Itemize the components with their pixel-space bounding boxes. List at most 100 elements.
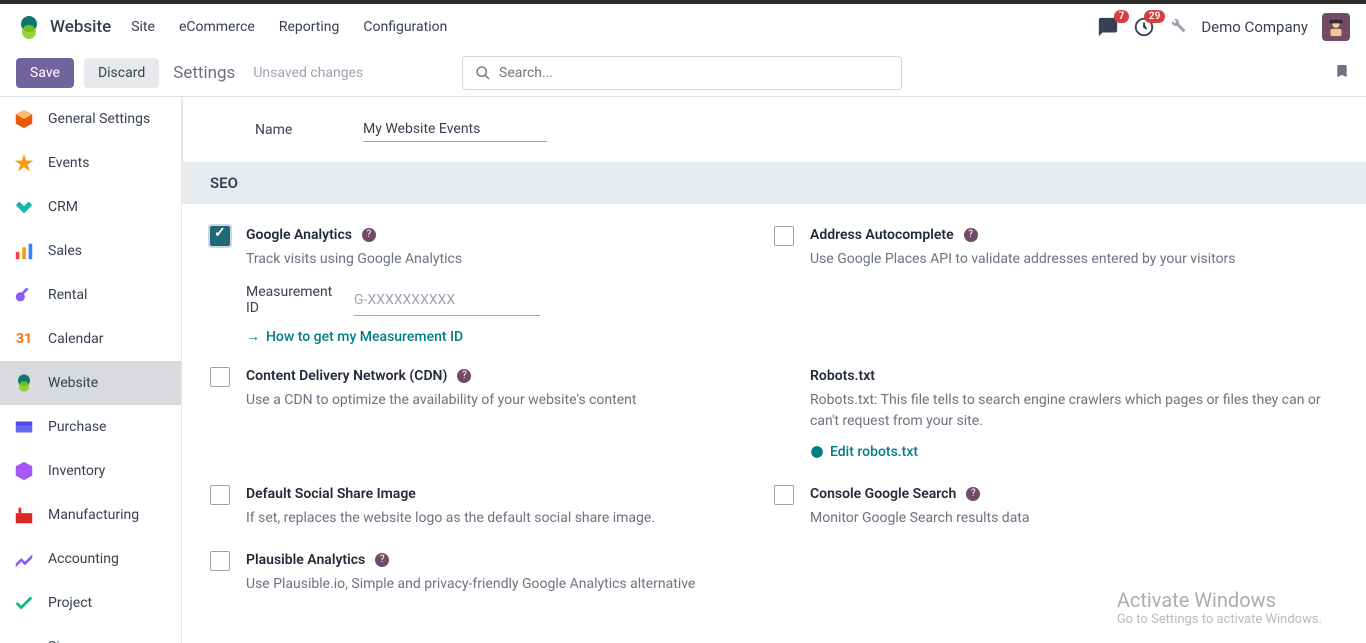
help-icon[interactable]: ? <box>966 487 980 501</box>
calendar-icon: 31 <box>12 327 36 351</box>
help-icon[interactable]: ? <box>362 228 376 242</box>
nav-site[interactable]: Site <box>131 19 155 35</box>
sidebar-item-manufacturing[interactable]: Manufacturing <box>0 493 181 537</box>
section-header-seo: SEO <box>182 162 1366 204</box>
sidebar-item-label: Manufacturing <box>48 507 139 523</box>
checkbox-plausible[interactable] <box>210 551 230 571</box>
setting-address-autocomplete: Address Autocomplete ? Use Google Places… <box>774 204 1338 345</box>
star-icon <box>12 151 36 175</box>
messages-button[interactable]: 7 <box>1097 16 1119 38</box>
setting-desc: Use Google Places API to validate addres… <box>810 249 1330 270</box>
sidebar-item-events[interactable]: Events <box>0 141 181 185</box>
search-icon <box>475 65 491 81</box>
setting-desc: Monitor Google Search results data <box>810 508 1330 529</box>
sidebar-item-label: Events <box>48 155 89 171</box>
discard-button[interactable]: Discard <box>84 58 159 88</box>
sidebar-item-crm[interactable]: CRM <box>0 185 181 229</box>
checkbox-address-autocomplete[interactable] <box>774 226 794 246</box>
setting-google-analytics: Google Analytics ? Track visits using Go… <box>210 204 774 345</box>
android-icon <box>810 445 824 459</box>
sidebar-item-label: CRM <box>48 199 78 215</box>
sidebar-item-label: Inventory <box>48 463 105 479</box>
setting-desc: Use Plausible.io, Simple and privacy-fri… <box>246 574 766 595</box>
setting-title: Robots.txt <box>810 368 875 384</box>
setting-desc: Robots.txt: This file tells to search en… <box>810 390 1330 432</box>
sidebar-item-general[interactable]: General Settings <box>0 97 181 141</box>
setting-cdn: Content Delivery Network (CDN) ? Use a C… <box>210 345 774 463</box>
tools-button[interactable] <box>1169 16 1187 38</box>
checkbox-gsc[interactable] <box>774 485 794 505</box>
help-icon[interactable]: ? <box>375 553 389 567</box>
sidebar-item-purchase[interactable]: Purchase <box>0 405 181 449</box>
sidebar-item-label: Accounting <box>48 551 119 567</box>
sidebar-item-label: Rental <box>48 287 87 303</box>
setting-plausible: Plausible Analytics ? Use Plausible.io, … <box>210 529 774 595</box>
activities-button[interactable]: 29 <box>1133 16 1155 38</box>
measurement-id-label: Measurement ID <box>246 284 344 316</box>
search-box[interactable] <box>462 56 902 90</box>
sidebar-item-sales[interactable]: Sales <box>0 229 181 273</box>
help-icon[interactable]: ? <box>457 369 471 383</box>
search-input[interactable] <box>499 65 889 81</box>
app-name[interactable]: Website <box>50 17 111 37</box>
setting-title: Console Google Search <box>810 486 956 502</box>
checkbox-google-analytics[interactable] <box>210 226 230 246</box>
sidebar-item-label: Project <box>48 595 92 611</box>
bookmark-icon <box>1334 62 1350 80</box>
sidebar-item-accounting[interactable]: Accounting <box>0 537 181 581</box>
help-icon[interactable]: ? <box>964 228 978 242</box>
bookmark-button[interactable] <box>1334 62 1350 84</box>
setting-desc: Track visits using Google Analytics <box>246 249 766 270</box>
nav-configuration[interactable]: Configuration <box>363 19 447 35</box>
nav-ecommerce[interactable]: eCommerce <box>179 19 255 35</box>
globe-icon <box>12 371 36 395</box>
setting-robots: Robots.txt Robots.txt: This file tells t… <box>774 345 1338 463</box>
settings-content[interactable]: Name SEO Google Analytics ? Track visits… <box>182 97 1366 643</box>
sidebar-item-label: Purchase <box>48 419 106 435</box>
name-label: Name <box>255 122 363 138</box>
key-icon <box>12 283 36 307</box>
sidebar-item-label: Calendar <box>48 331 104 347</box>
settings-sidebar[interactable]: General Settings Events CRM Sales Rental… <box>0 97 182 643</box>
messages-badge: 7 <box>1114 10 1130 23</box>
control-bar: Save Discard Settings Unsaved changes <box>0 50 1366 96</box>
checkbox-cdn[interactable] <box>210 367 230 387</box>
save-button[interactable]: Save <box>16 58 74 88</box>
accounting-icon <box>12 547 36 571</box>
setting-social-share: Default Social Share Image If set, repla… <box>210 463 774 529</box>
measurement-id-input[interactable] <box>354 284 540 316</box>
sidebar-item-label: Sales <box>48 243 82 259</box>
link-edit-robots[interactable]: Edit robots.txt <box>810 444 918 460</box>
link-howto-measurement[interactable]: →How to get my Measurement ID <box>246 328 463 345</box>
sidebar-item-website[interactable]: Website <box>0 361 181 405</box>
sidebar-item-label: General Settings <box>48 111 150 127</box>
cube-icon <box>12 107 36 131</box>
sidebar-item-calendar[interactable]: 31 Calendar <box>0 317 181 361</box>
nav-reporting[interactable]: Reporting <box>279 19 340 35</box>
setting-title: Google Analytics <box>246 227 352 243</box>
chart-icon <box>12 239 36 263</box>
checkbox-social-share[interactable] <box>210 485 230 505</box>
sidebar-item-inventory[interactable]: Inventory <box>0 449 181 493</box>
user-avatar[interactable] <box>1322 13 1350 41</box>
breadcrumb: Settings <box>173 63 235 83</box>
user-icon <box>1325 16 1347 38</box>
factory-icon <box>12 503 36 527</box>
top-navigation: Website Site eCommerce Reporting Configu… <box>0 4 1366 50</box>
setting-desc: If set, replaces the website logo as the… <box>246 508 766 529</box>
sidebar-item-project[interactable]: Project <box>0 581 181 625</box>
sidebar-item-label: Sign <box>48 639 75 643</box>
app-logo-icon <box>16 14 42 40</box>
setting-desc: Use a CDN to optimize the availability o… <box>246 390 766 411</box>
sidebar-item-sign[interactable]: Sign <box>0 625 181 643</box>
website-name-input[interactable] <box>363 117 547 142</box>
wrench-icon <box>1169 16 1187 34</box>
company-name[interactable]: Demo Company <box>1201 18 1308 36</box>
handshake-icon <box>12 195 36 219</box>
sidebar-item-rental[interactable]: Rental <box>0 273 181 317</box>
website-name-row: Name <box>182 97 1366 162</box>
sidebar-item-label: Website <box>48 375 98 391</box>
arrow-right-icon: → <box>246 328 260 345</box>
setting-title: Default Social Share Image <box>246 486 416 502</box>
box-icon <box>12 459 36 483</box>
